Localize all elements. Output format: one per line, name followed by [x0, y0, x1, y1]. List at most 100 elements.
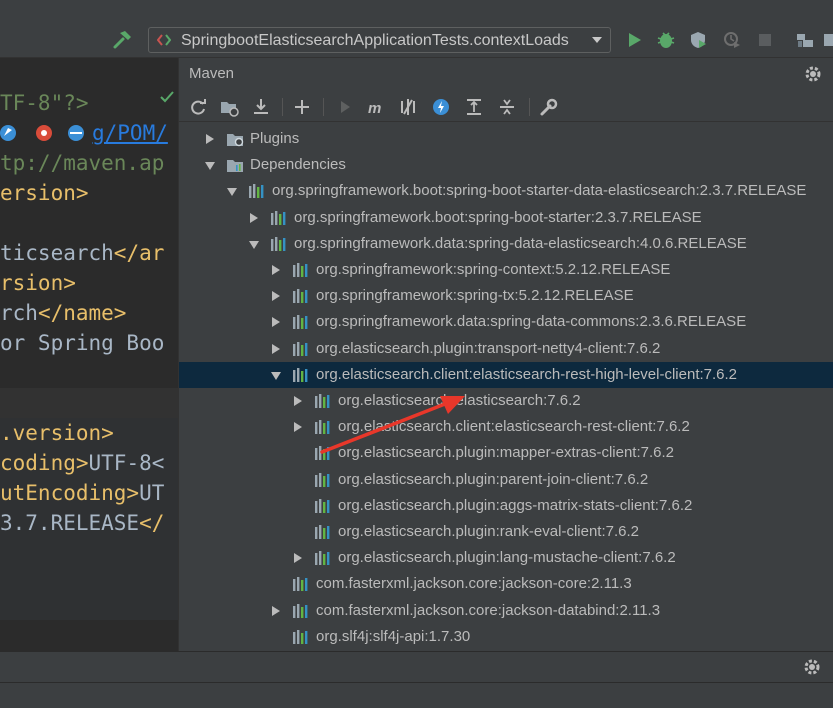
check-icon — [160, 91, 174, 103]
library-icon — [293, 263, 308, 277]
editor-empty-band — [0, 388, 178, 418]
run-configuration-dropdown[interactable]: SpringbootElasticsearchApplicationTests.… — [148, 27, 611, 53]
generate-sources-icon[interactable] — [219, 97, 239, 117]
download-icon[interactable] — [251, 97, 271, 117]
editor-line: 3.7.RELEASE</ — [0, 511, 165, 535]
tree-node-label: org.elasticsearch.plugin:transport-netty… — [316, 339, 661, 357]
hammer-icon[interactable] — [112, 28, 134, 50]
tree-node[interactable]: org.elasticsearch.plugin:parent-join-cli… — [179, 467, 833, 493]
stop-icon[interactable] — [755, 30, 775, 50]
more-icon[interactable] — [822, 30, 833, 50]
skip-tests-icon[interactable] — [431, 97, 451, 117]
tree-node[interactable]: org.springframework.boot:spring-boot-sta… — [179, 205, 833, 231]
tree-node[interactable]: org.springframework:spring-context:5.2.1… — [179, 257, 833, 283]
tree-node[interactable]: com.fasterxml.jackson.core:jackson-datab… — [179, 598, 833, 624]
folder-deps-icon — [227, 160, 243, 173]
tree-node-label: org.elasticsearch.plugin:rank-eval-clien… — [338, 523, 639, 540]
chevron-right-icon[interactable] — [294, 396, 302, 406]
tree-node-label: org.springframework:spring-tx:5.2.12.REL… — [316, 287, 634, 305]
execute-goal-icon[interactable]: m — [367, 97, 387, 117]
tree-node[interactable]: org.elasticsearch.client:elasticsearch-r… — [179, 414, 833, 440]
chevron-right-icon[interactable] — [294, 422, 302, 433]
tree-node[interactable]: org.springframework:spring-tx:5.2.12.REL… — [179, 283, 833, 309]
chevron-right-icon[interactable] — [272, 291, 280, 302]
tree-node-label: org.elasticsearch.plugin:parent-join-cli… — [338, 470, 649, 488]
chevron-down-icon[interactable] — [227, 188, 237, 197]
editor-line: ersion> — [0, 181, 89, 205]
library-icon — [315, 525, 330, 539]
library-icon — [293, 289, 308, 304]
run-icon[interactable] — [624, 30, 644, 50]
library-icon — [315, 472, 330, 487]
gear-icon[interactable] — [803, 658, 821, 676]
tree-node[interactable]: org.slf4j:slf4j-api:1.7.30 — [179, 624, 833, 650]
run-config-label: SpringbootElasticsearchApplicationTests.… — [181, 32, 569, 49]
toolbar-separator — [282, 98, 283, 116]
collapse-all-icon[interactable] — [497, 97, 517, 117]
profile-icon[interactable] — [722, 30, 742, 50]
tree-node-label: org.springframework.data:spring-data-com… — [316, 313, 747, 331]
run-goal-icon[interactable] — [335, 97, 355, 117]
tree-node[interactable]: org.elasticsearch.plugin:lang-mustache-c… — [179, 545, 833, 571]
editor-line: utEncoding>UT — [0, 481, 165, 505]
add-icon[interactable] — [292, 97, 312, 117]
chevron-right-icon[interactable] — [206, 134, 214, 144]
editor-line: rch</name> — [0, 301, 127, 325]
tree-node[interactable]: org.elasticsearch.plugin:transport-netty… — [179, 336, 833, 362]
chevron-down-icon[interactable] — [271, 371, 281, 380]
tree-node[interactable]: org.springframework.data:spring-data-com… — [179, 309, 833, 335]
code-editor[interactable]: TF-8"?> g/POM/ tp://maven.ap ersion> tic… — [0, 58, 178, 651]
chevron-right-icon[interactable] — [294, 553, 302, 564]
coverage-icon[interactable] — [688, 30, 708, 50]
main-toolbar: SpringbootElasticsearchApplicationTests.… — [0, 0, 833, 58]
tree-node[interactable]: org.elasticsearch.plugin:aggs-matrix-sta… — [179, 493, 833, 519]
editor-line: rsion> — [0, 271, 76, 295]
tree-node[interactable]: org.elasticsearch.plugin:mapper-extras-c… — [179, 440, 833, 466]
tree-node-label: com.fasterxml.jackson.core:jackson-datab… — [316, 601, 661, 619]
show-dependencies-icon[interactable] — [464, 97, 484, 117]
chevron-right-icon[interactable] — [250, 212, 258, 223]
tree-node[interactable]: org.springframework.data:spring-data-ela… — [179, 231, 833, 257]
tree-node-label: Plugins — [250, 130, 300, 147]
tree-node[interactable]: Plugins — [179, 126, 833, 152]
chevron-right-icon[interactable] — [272, 317, 280, 328]
tree-node-label: Dependencies — [250, 156, 346, 174]
editor-line: ticsearch</ar — [0, 241, 165, 265]
editor-line: .version> — [0, 421, 114, 445]
reload-icon[interactable] — [188, 97, 208, 117]
tree-node[interactable]: Dependencies — [179, 152, 833, 178]
tree-node[interactable]: com.fasterxml.jackson.core:jackson-core:… — [179, 571, 833, 597]
chevron-right-icon[interactable] — [272, 265, 280, 275]
library-icon — [293, 341, 308, 356]
chevron-down-icon[interactable] — [205, 162, 215, 171]
tree-node-label: org.elasticsearch.plugin:lang-mustache-c… — [338, 549, 676, 567]
project-structure-icon[interactable] — [795, 30, 815, 50]
wrench-icon[interactable] — [539, 97, 559, 117]
library-icon — [293, 367, 308, 382]
tree-node[interactable]: org.elasticsearch:elasticsearch:7.6.2 — [179, 388, 833, 414]
tree-node-label: org.elasticsearch.plugin:aggs-matrix-sta… — [338, 496, 693, 514]
tree-node[interactable]: org.elasticsearch.client:elasticsearch-r… — [179, 361, 833, 388]
tree-node[interactable]: org.elasticsearch.plugin:rank-eval-clien… — [179, 519, 833, 545]
chevron-right-icon[interactable] — [272, 343, 280, 354]
chevron-down-icon[interactable] — [249, 240, 259, 249]
toolbar-separator — [323, 98, 324, 116]
tree-node-label: org.springframework.boot:spring-boot-sta… — [272, 182, 807, 200]
tree-node-label: com.fasterxml.jackson.core:jackson-core:… — [316, 575, 632, 593]
editor-line: coding>UTF-8< — [0, 451, 165, 475]
run-config-icon — [157, 34, 171, 46]
xml-declaration: TF-8"?> — [0, 91, 89, 115]
folder-plugins-icon — [227, 134, 244, 147]
chevron-right-icon[interactable] — [272, 605, 280, 616]
toggle-offline-icon[interactable] — [398, 97, 418, 117]
tree-node-label: org.elasticsearch.plugin:mapper-extras-c… — [338, 444, 674, 462]
bottom-panel — [0, 651, 833, 708]
tree-node[interactable]: org.springframework.boot:spring-boot-sta… — [179, 178, 833, 204]
library-icon — [293, 577, 308, 592]
library-icon — [293, 603, 308, 618]
editor-line: TF-8"?> — [0, 88, 89, 118]
gear-icon[interactable] — [804, 65, 822, 83]
debug-icon[interactable] — [656, 30, 676, 50]
tree-node-label: org.slf4j:slf4j-api:1.7.30 — [316, 627, 471, 645]
xml-namespace-url[interactable]: g/POM/ — [92, 118, 168, 148]
